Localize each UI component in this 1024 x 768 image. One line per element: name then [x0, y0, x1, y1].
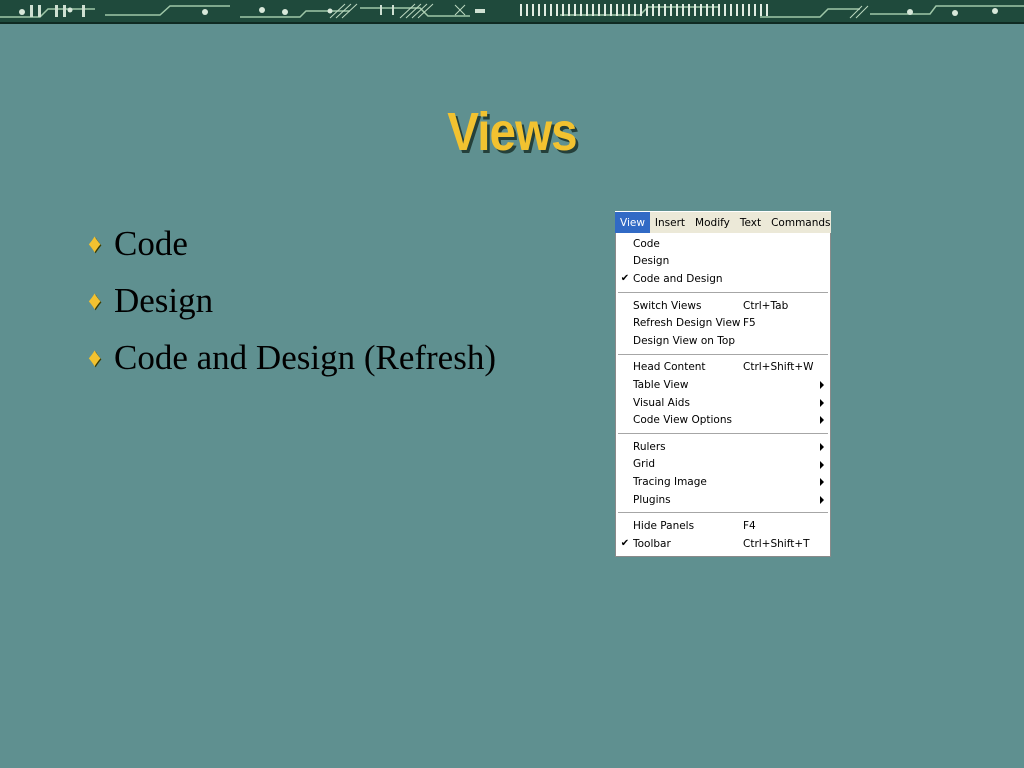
bullet-text: Code	[114, 224, 188, 263]
menu-item-plugins[interactable]: Plugins	[616, 491, 830, 509]
menu-separator	[618, 512, 828, 514]
menu-item-toolbar[interactable]: ✔ Toolbar Ctrl+Shift+T	[616, 535, 830, 553]
menu-item-rulers[interactable]: Rulers	[616, 438, 830, 456]
menu-item-label: Tracing Image	[633, 475, 707, 488]
bullet-list: ♦ Code ♦ Design ♦ Code and Design (Refre…	[88, 220, 508, 391]
menu-item-table-view[interactable]: Table View	[616, 376, 830, 394]
menubar-item-modify[interactable]: Modify	[690, 212, 735, 233]
menu-item-switch-views[interactable]: Switch Views Ctrl+Tab	[616, 297, 830, 315]
diamond-bullet-icon: ♦	[88, 229, 102, 258]
view-dropdown-menu: Code Design ✔ Code and Design Switch Views Ct…	[615, 233, 831, 557]
view-menu-screenshot: View Insert Modify Text Commands Code Design ✔…	[615, 211, 831, 557]
menu-item-label: Grid	[633, 458, 656, 471]
diamond-bullet-icon: ♦	[88, 343, 102, 372]
menu-item-label: Code and Design	[633, 272, 723, 285]
menu-item-label: Head Content	[633, 361, 706, 374]
menu-item-shortcut: Ctrl+Shift+W	[743, 361, 814, 374]
menubar-item-commands[interactable]: Commands	[766, 212, 835, 233]
menu-item-label: Code View Options	[633, 414, 732, 427]
bullet-item: ♦ Code	[88, 220, 508, 268]
menu-item-shortcut: F5	[743, 317, 756, 330]
slide-title: Views	[447, 102, 577, 162]
menu-item-grid[interactable]: Grid	[616, 456, 830, 474]
menu-item-visual-aids[interactable]: Visual Aids	[616, 394, 830, 412]
menubar: View Insert Modify Text Commands	[615, 211, 831, 233]
menu-separator	[618, 432, 828, 434]
bullet-item: ♦ Design	[88, 277, 508, 325]
menu-item-label: Table View	[633, 378, 689, 391]
submenu-arrow-icon	[820, 478, 824, 487]
menu-item-code-view-options[interactable]: Code View Options	[616, 411, 830, 429]
checkmark-icon: ✔	[620, 273, 630, 285]
menu-item-refresh-design-view[interactable]: Refresh Design View F5	[616, 314, 830, 332]
menu-separator	[618, 291, 828, 293]
menu-item-shortcut: Ctrl+Tab	[743, 299, 789, 312]
menu-item-label: Design	[633, 255, 670, 268]
bullet-item: ♦ Code and Design (Refresh)	[88, 334, 508, 382]
menu-item-hide-panels[interactable]: Hide Panels F4	[616, 517, 830, 535]
menu-item-tracing-image[interactable]: Tracing Image	[616, 473, 830, 491]
menu-item-design-view-on-top[interactable]: Design View on Top	[616, 332, 830, 350]
menu-item-code-and-design[interactable]: ✔ Code and Design	[616, 270, 830, 288]
checkmark-icon: ✔	[620, 537, 630, 549]
circuit-banner	[0, 0, 1024, 24]
submenu-arrow-icon	[820, 460, 824, 469]
bullet-text: Code and Design (Refresh)	[114, 338, 496, 377]
menu-item-label: Design View on Top	[633, 334, 735, 347]
menu-item-shortcut: Ctrl+Shift+T	[743, 537, 810, 550]
menu-item-label: Plugins	[633, 493, 671, 506]
menubar-item-insert[interactable]: Insert	[650, 212, 690, 233]
bullet-text: Design	[114, 281, 214, 320]
submenu-arrow-icon	[820, 442, 824, 451]
menu-item-head-content[interactable]: Head Content Ctrl+Shift+W	[616, 359, 830, 377]
submenu-arrow-icon	[820, 416, 824, 425]
circuit-pattern-graphic	[0, 3, 1024, 19]
menubar-item-view[interactable]: View	[615, 212, 650, 233]
menu-separator	[618, 353, 828, 355]
menu-item-label: Visual Aids	[633, 396, 690, 409]
menu-item-label: Switch Views	[633, 299, 702, 312]
menu-item-code[interactable]: Code	[616, 235, 830, 253]
diamond-bullet-icon: ♦	[88, 286, 102, 315]
submenu-arrow-icon	[820, 398, 824, 407]
submenu-arrow-icon	[820, 495, 824, 504]
menu-item-label: Toolbar	[633, 537, 671, 550]
menu-item-design[interactable]: Design	[616, 253, 830, 271]
menu-item-label: Code	[633, 237, 660, 250]
submenu-arrow-icon	[820, 381, 824, 390]
menu-item-label: Rulers	[633, 440, 666, 453]
menu-item-label: Refresh Design View	[633, 317, 741, 330]
menubar-item-text[interactable]: Text	[735, 212, 766, 233]
menu-item-label: Hide Panels	[633, 520, 695, 533]
menu-item-shortcut: F4	[743, 520, 756, 533]
